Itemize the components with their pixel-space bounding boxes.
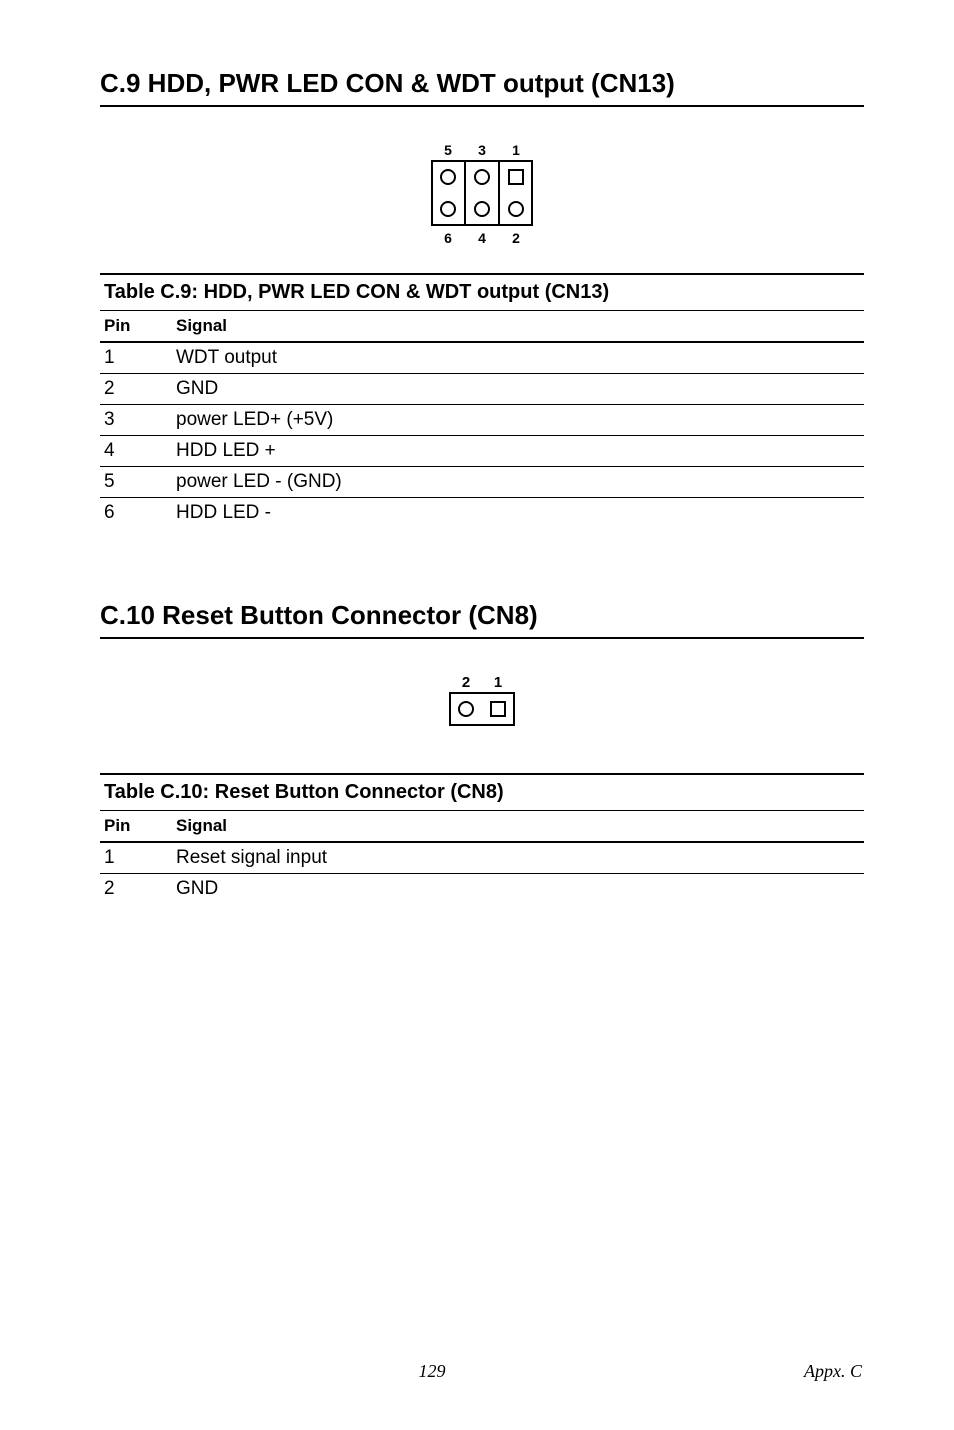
section-title-1: C.9 HDD, PWR LED CON & WDT output (CN13) — [100, 68, 864, 99]
cell-pin: 1 — [104, 347, 176, 369]
col-header-pin: Pin — [104, 316, 176, 336]
cell-pin: 4 — [104, 440, 176, 462]
cell-signal: Reset signal input — [176, 847, 860, 869]
cell-pin: 3 — [104, 409, 176, 431]
svg-text:2: 2 — [512, 230, 520, 246]
table-row: 1 Reset signal input — [100, 843, 864, 874]
svg-text:6: 6 — [444, 230, 452, 246]
connector-diagram-cn8: 2 1 — [100, 673, 864, 733]
page-footer: 129 Appx. C — [0, 1361, 954, 1382]
col-header-signal: Signal — [176, 816, 860, 836]
section-rule-1 — [100, 105, 864, 107]
cell-pin: 2 — [104, 378, 176, 400]
section-rule-2 — [100, 637, 864, 639]
cell-signal: GND — [176, 878, 860, 900]
svg-text:5: 5 — [444, 142, 452, 158]
table-row: 4 HDD LED + — [100, 436, 864, 467]
cell-signal: HDD LED + — [176, 440, 860, 462]
table-caption-c10: Table C.10: Reset Button Connector (CN8) — [100, 773, 864, 811]
appendix-label: Appx. C — [804, 1361, 862, 1382]
cell-pin: 2 — [104, 878, 176, 900]
cell-pin: 6 — [104, 502, 176, 524]
table-row: 5 power LED - (GND) — [100, 467, 864, 498]
svg-text:4: 4 — [478, 230, 486, 246]
table-row: 2 GND — [100, 874, 864, 904]
cell-pin: 5 — [104, 471, 176, 493]
table-row: 6 HDD LED - — [100, 498, 864, 528]
cell-pin: 1 — [104, 847, 176, 869]
page-number: 129 — [0, 1361, 864, 1382]
table-row: 1 WDT output — [100, 343, 864, 374]
cell-signal: power LED+ (+5V) — [176, 409, 860, 431]
cell-signal: WDT output — [176, 347, 860, 369]
svg-text:3: 3 — [478, 142, 486, 158]
connector-diagram-cn13: 5 3 1 6 4 2 — [100, 141, 864, 251]
col-header-signal: Signal — [176, 316, 860, 336]
cell-signal: HDD LED - — [176, 502, 860, 524]
table-header-c9: Pin Signal — [100, 311, 864, 343]
table-row: 3 power LED+ (+5V) — [100, 405, 864, 436]
svg-text:1: 1 — [494, 674, 502, 691]
table-header-c10: Pin Signal — [100, 811, 864, 843]
table-caption-c9: Table C.9: HDD, PWR LED CON & WDT output… — [100, 273, 864, 311]
col-header-pin: Pin — [104, 816, 176, 836]
table-row: 2 GND — [100, 374, 864, 405]
svg-text:1: 1 — [512, 142, 520, 158]
cell-signal: GND — [176, 378, 860, 400]
section-title-2: C.10 Reset Button Connector (CN8) — [100, 600, 864, 631]
svg-text:2: 2 — [462, 674, 470, 691]
cell-signal: power LED - (GND) — [176, 471, 860, 493]
